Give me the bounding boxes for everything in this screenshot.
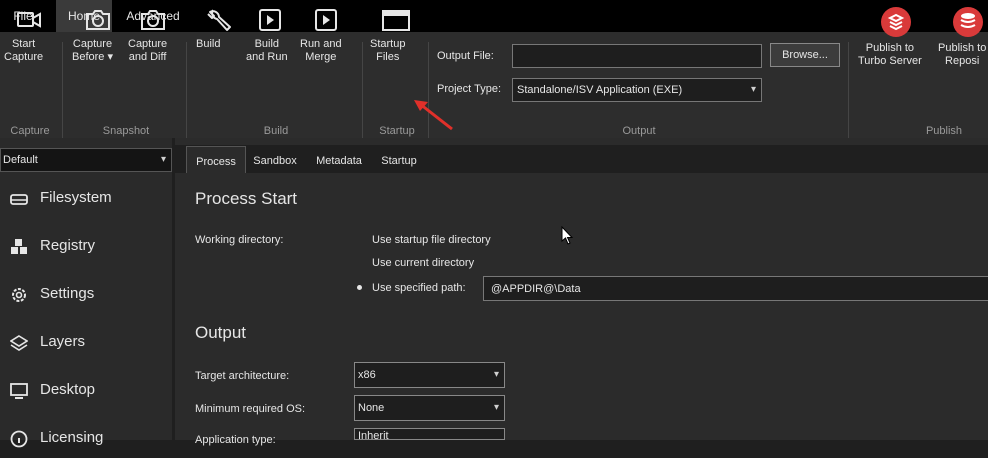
project-type-value: Standalone/ISV Application (EXE) xyxy=(517,84,683,96)
build-button[interactable]: Build xyxy=(196,6,242,50)
sidebar-item-registry[interactable]: Registry xyxy=(0,226,172,266)
snapshot-group-label: Snapshot xyxy=(102,125,150,137)
chevron-down-icon: ▾ xyxy=(493,369,499,380)
output-group-label: Output xyxy=(622,125,656,137)
mouse-cursor-icon xyxy=(561,226,574,245)
sidebar-item-label: Desktop xyxy=(40,381,96,398)
chevron-down-icon: ▾ xyxy=(160,154,166,165)
chevron-down-icon: ▾ xyxy=(750,84,756,95)
play-icon xyxy=(315,9,337,31)
build-group-label: Build xyxy=(263,125,289,137)
ribbon-separator xyxy=(186,42,187,138)
output-file-label: Output File: xyxy=(437,50,494,62)
tab-metadata[interactable]: Metadata xyxy=(308,146,370,174)
camera-icon xyxy=(141,10,165,30)
start-capture-button[interactable]: Start Capture xyxy=(4,6,54,63)
publish-repository-icon xyxy=(953,7,983,37)
info-icon xyxy=(10,430,28,448)
use-specified-path-option[interactable]: Use specified path: xyxy=(372,282,466,294)
target-architecture-value: x86 xyxy=(358,369,376,381)
monitor-icon xyxy=(10,383,28,399)
minimum-os-select[interactable]: None ▾ xyxy=(354,395,505,421)
publish-server-icon xyxy=(881,7,911,37)
publish-repository-button[interactable]: Publish to Reposi xyxy=(938,6,988,67)
capture-group-label: Capture xyxy=(10,125,50,137)
ribbon-separator xyxy=(362,42,363,138)
ribbon-separator xyxy=(848,42,849,138)
video-camera-icon xyxy=(17,12,41,28)
sidebar-item-label: Registry xyxy=(40,237,96,254)
wrench-icon xyxy=(207,9,231,31)
chevron-down-icon: ▾ xyxy=(493,402,499,413)
publish-group-label: Publish xyxy=(925,125,963,137)
sidebar-item-label: Layers xyxy=(40,333,86,350)
application-type-select[interactable]: Inherit xyxy=(354,428,505,440)
cubes-icon xyxy=(11,239,27,254)
sidebar-item-label: Filesystem xyxy=(40,189,112,206)
tab-process[interactable]: Process xyxy=(186,146,246,174)
gear-icon xyxy=(12,288,26,302)
layers-icon xyxy=(10,335,28,351)
capture-and-diff-button[interactable]: Capture and Diff xyxy=(128,6,178,63)
sidebar-item-filesystem[interactable]: Filesystem xyxy=(0,178,172,218)
tab-sandbox[interactable]: Sandbox xyxy=(248,146,302,174)
build-and-run-button[interactable]: Build and Run xyxy=(246,6,294,63)
browse-button[interactable]: Browse... xyxy=(770,43,840,67)
use-current-directory-option[interactable]: Use current directory xyxy=(372,257,474,269)
sidebar-item-licensing[interactable]: Licensing xyxy=(0,418,172,458)
publish-turbo-server-button[interactable]: Publish to Turbo Server xyxy=(858,6,934,67)
drive-icon xyxy=(10,194,28,205)
target-architecture-label: Target architecture: xyxy=(195,370,290,382)
output-heading: Output xyxy=(195,323,247,342)
specified-path-input[interactable]: @APPDIR@\Data xyxy=(483,276,988,301)
project-type-label: Project Type: xyxy=(437,83,501,95)
ribbon-separator xyxy=(62,42,63,138)
target-architecture-select[interactable]: x86 ▾ xyxy=(354,362,505,388)
camera-icon xyxy=(86,10,110,30)
sidebar-item-settings[interactable]: Settings xyxy=(0,274,172,314)
capture-before-button[interactable]: Capture Before ▾ xyxy=(72,6,124,63)
use-startup-directory-option[interactable]: Use startup file directory xyxy=(372,234,491,246)
project-type-select[interactable]: Standalone/ISV Application (EXE) ▾ xyxy=(512,78,762,102)
output-file-input[interactable] xyxy=(512,44,762,68)
process-content xyxy=(175,173,988,440)
play-icon xyxy=(259,9,281,31)
application-type-value: Inherit xyxy=(358,430,389,440)
tab-startup[interactable]: Startup xyxy=(374,146,424,174)
configuration-value: Default xyxy=(3,154,38,166)
startup-files-button[interactable]: Startup Files xyxy=(370,6,422,63)
sidebar-item-desktop[interactable]: Desktop xyxy=(0,370,172,410)
process-start-heading: Process Start xyxy=(195,189,298,208)
run-and-merge-button[interactable]: Run and Merge xyxy=(300,6,352,63)
minimum-os-value: None xyxy=(358,402,385,414)
sidebar-item-layers[interactable]: Layers xyxy=(0,322,172,362)
minimum-os-label: Minimum required OS: xyxy=(195,403,306,415)
window-icon xyxy=(382,10,410,31)
working-directory-label: Working directory: xyxy=(195,234,284,246)
configuration-select[interactable]: Default ▾ xyxy=(0,148,172,172)
sidebar-item-label: Licensing xyxy=(40,429,104,446)
radio-selected-dot[interactable] xyxy=(357,285,362,290)
sidebar-item-label: Settings xyxy=(40,285,95,302)
application-type-label: Application type: xyxy=(195,434,276,446)
